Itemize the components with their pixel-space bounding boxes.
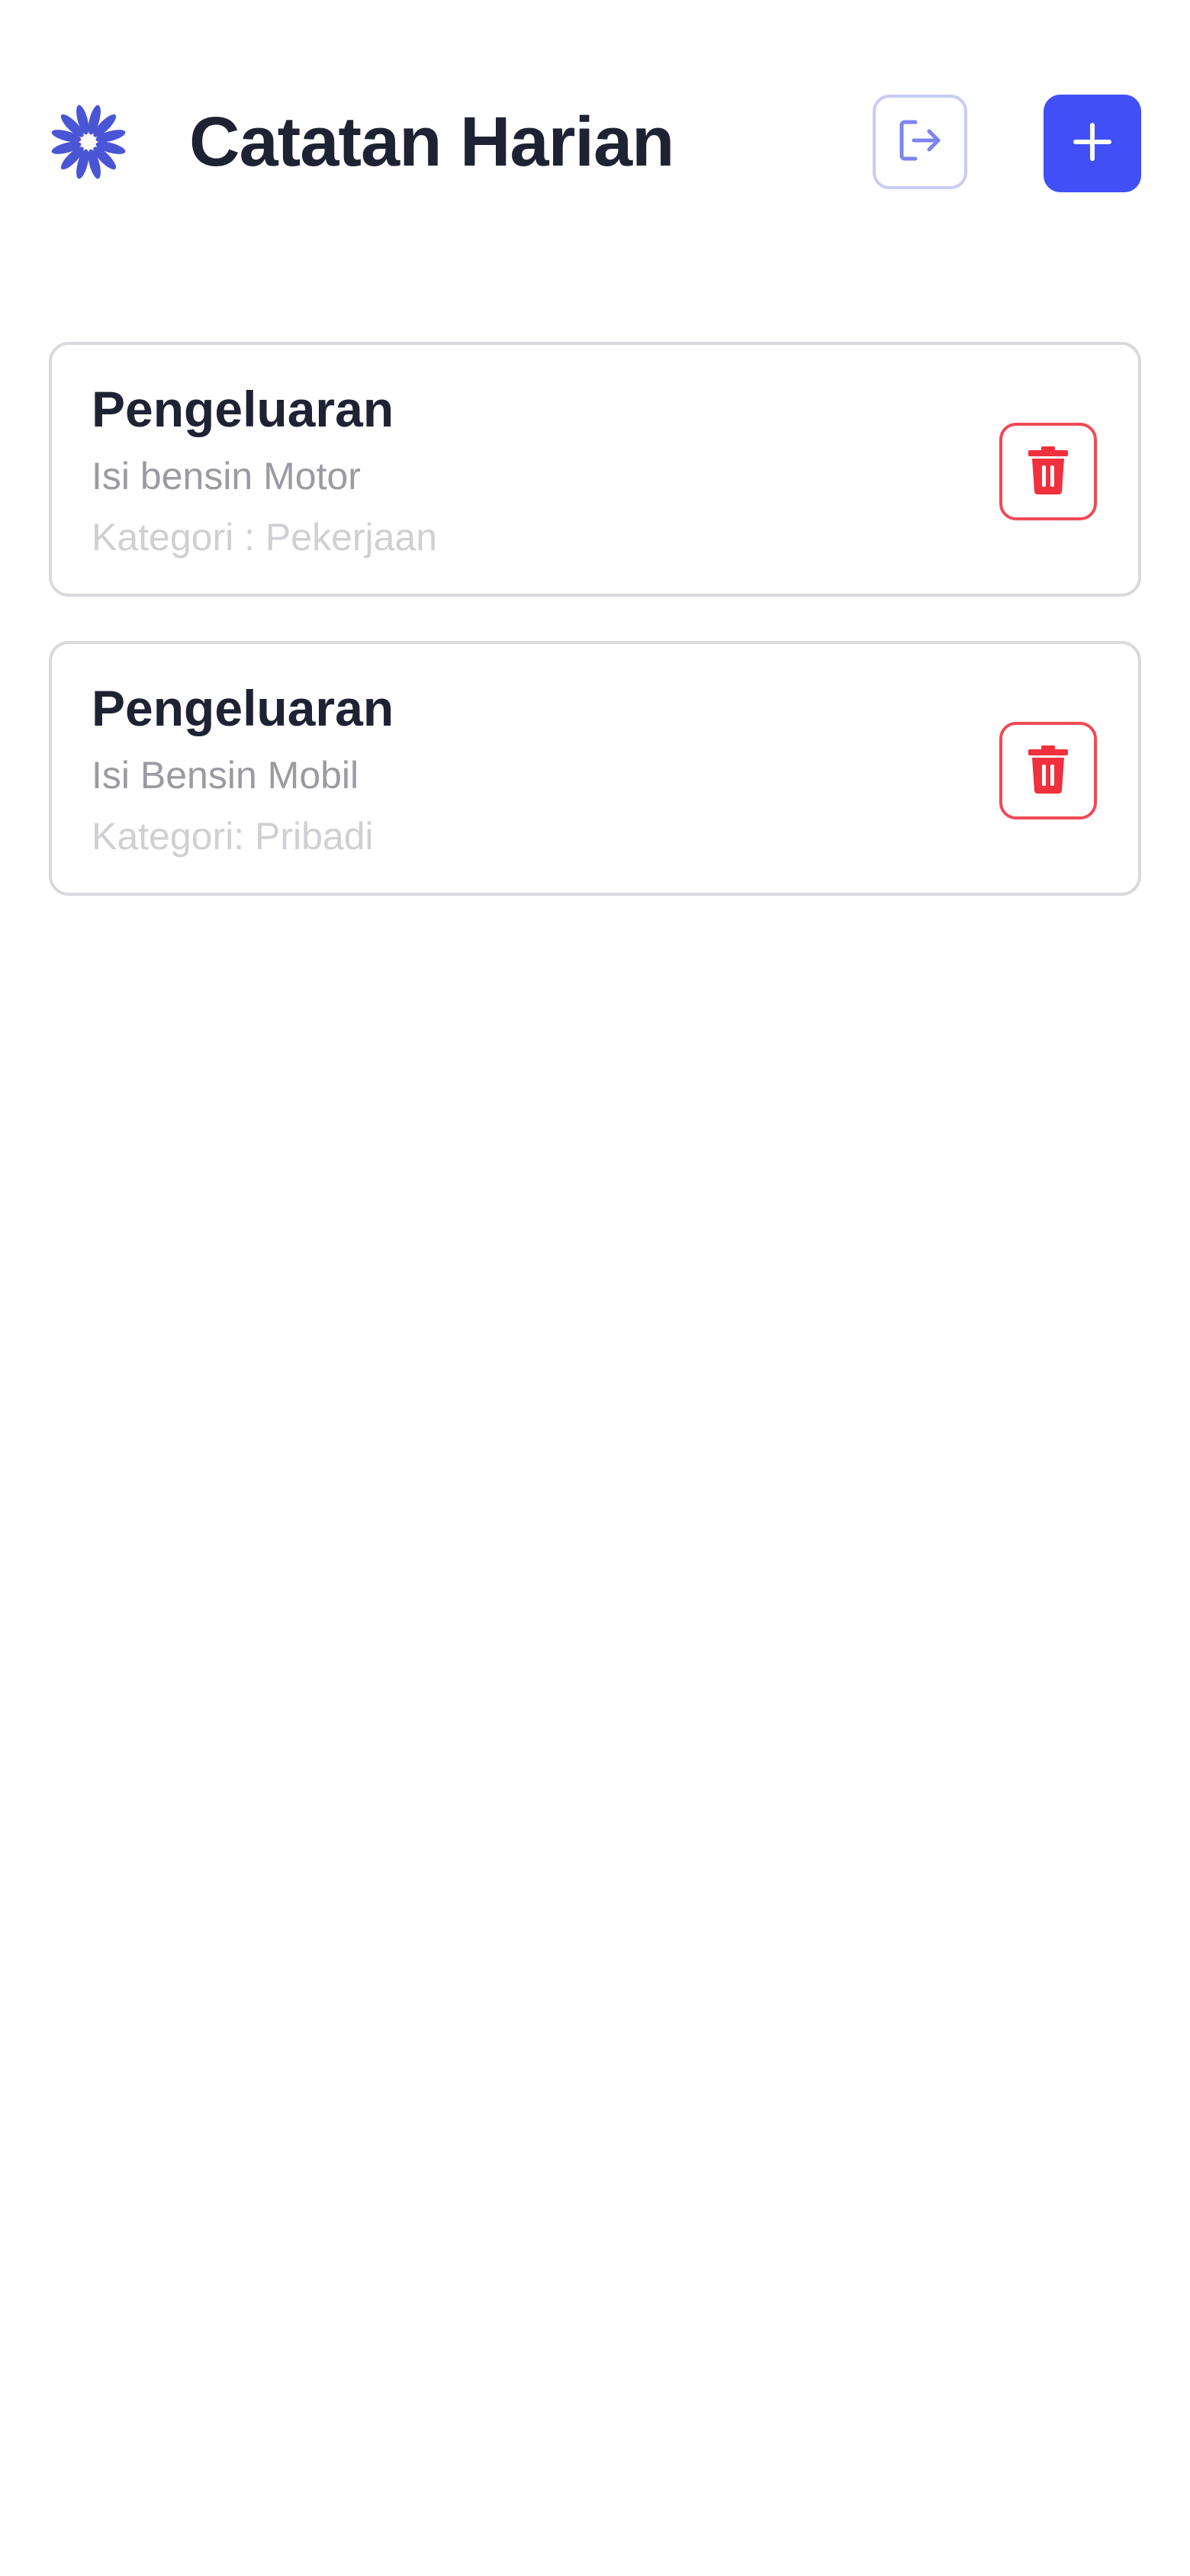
note-category: Kategori: Pribadi [92,815,374,858]
note-card[interactable]: Pengeluaran Isi bensin Motor Kategori : … [49,342,1141,597]
note-title: Pengeluaran [92,381,394,437]
note-card[interactable]: Pengeluaran Isi Bensin Mobil Kategori: P… [49,641,1141,896]
note-description: Isi bensin Motor [92,455,361,497]
add-note-button[interactable] [1044,95,1141,192]
note-category: Kategori : Pekerjaan [92,516,438,559]
delete-note-button[interactable] [999,423,1097,520]
trash-icon [1027,446,1069,498]
note-title: Pengeluaran [92,680,394,736]
logout-button[interactable] [873,95,967,189]
page-title: Catatan Harian [189,103,674,181]
trash-icon [1027,745,1069,797]
note-description: Isi Bensin Mobil [92,754,359,797]
notes-list: Pengeluaran Isi bensin Motor Kategori : … [49,342,1141,940]
app-header: Catatan Harian [0,0,1190,290]
plus-icon [1071,121,1114,167]
flower-logo-icon [47,101,130,183]
delete-note-button[interactable] [999,722,1097,819]
logout-icon [896,116,944,169]
